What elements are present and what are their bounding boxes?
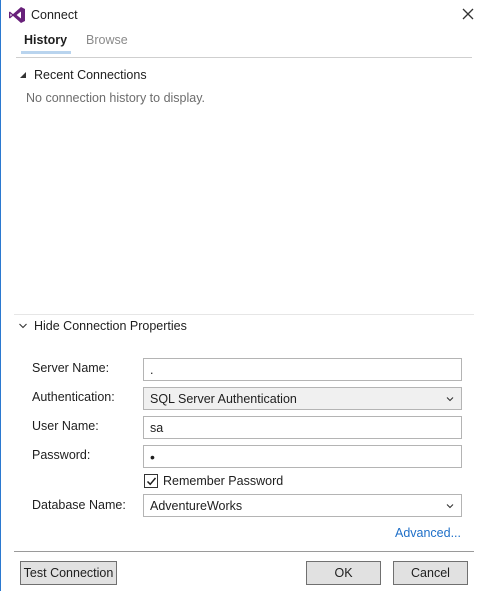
empty-history-message: No connection history to display. <box>26 91 206 105</box>
close-icon <box>462 8 474 20</box>
connection-properties-header[interactable]: Hide Connection Properties <box>18 319 187 333</box>
user-name-input[interactable]: sa <box>143 416 462 439</box>
checkbox-box[interactable] <box>144 474 158 488</box>
database-name-select[interactable]: AdventureWorks <box>143 494 462 517</box>
password-label: Password: <box>32 448 91 462</box>
connect-dialog: Connect History Browse Recent Connection… <box>0 0 482 591</box>
authentication-label: Authentication: <box>32 390 115 404</box>
authentication-select[interactable]: SQL Server Authentication <box>143 387 462 410</box>
properties-divider <box>14 314 474 315</box>
remember-password-label: Remember Password <box>163 474 284 488</box>
server-name-label: Server Name: <box>32 361 110 375</box>
remember-password-checkbox[interactable]: Remember Password <box>144 474 283 488</box>
chevron-down-icon <box>446 503 454 508</box>
user-name-label: User Name: <box>32 419 99 433</box>
tab-history[interactable]: History <box>24 33 67 47</box>
dialog-title: Connect <box>31 8 78 22</box>
chevron-down-icon <box>446 396 454 401</box>
tabs-divider <box>16 57 472 58</box>
title-bar: Connect <box>1 0 482 30</box>
test-connection-button[interactable]: Test Connection <box>20 561 117 585</box>
checkmark-icon <box>146 477 156 485</box>
recent-connections-header[interactable]: Recent Connections <box>18 68 147 82</box>
collapse-triangle-icon <box>20 72 26 78</box>
visual-studio-icon <box>8 6 26 24</box>
cancel-button[interactable]: Cancel <box>393 561 468 585</box>
connection-properties-label: Hide Connection Properties <box>34 319 187 333</box>
advanced-link[interactable]: Advanced... <box>395 526 461 540</box>
footer-divider <box>14 551 474 552</box>
tab-browse[interactable]: Browse <box>86 33 128 47</box>
recent-connections-label: Recent Connections <box>34 68 147 82</box>
active-tab-indicator <box>21 51 71 54</box>
close-button[interactable] <box>457 3 479 25</box>
ok-button[interactable]: OK <box>306 561 381 585</box>
chevron-down-icon <box>19 323 27 329</box>
database-name-label: Database Name: <box>32 498 126 512</box>
password-input[interactable]: • <box>143 445 462 468</box>
database-name-value: AdventureWorks <box>150 498 243 513</box>
server-name-input[interactable]: . <box>143 358 462 381</box>
authentication-value: SQL Server Authentication <box>150 391 297 406</box>
